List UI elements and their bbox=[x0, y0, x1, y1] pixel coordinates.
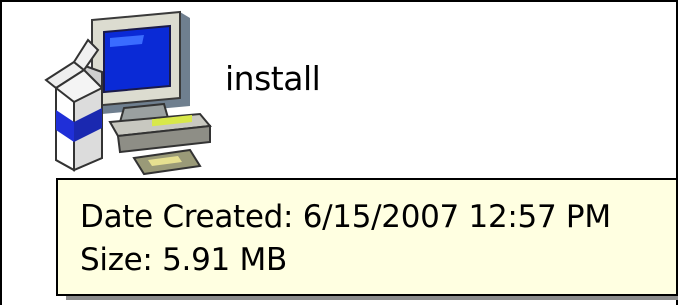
tooltip-file-size: Size: 5.91 MB bbox=[80, 242, 287, 278]
tooltip-date-created: Date Created: 6/15/2007 12:57 PM bbox=[80, 199, 611, 235]
file-name-label[interactable]: install bbox=[225, 62, 321, 95]
setup-installer-icon[interactable] bbox=[40, 10, 216, 176]
explorer-view: install Date Created: 6/15/2007 12:57 PM… bbox=[0, 0, 678, 305]
file-info-tooltip: Date Created: 6/15/2007 12:57 PM Size: 5… bbox=[56, 178, 678, 296]
